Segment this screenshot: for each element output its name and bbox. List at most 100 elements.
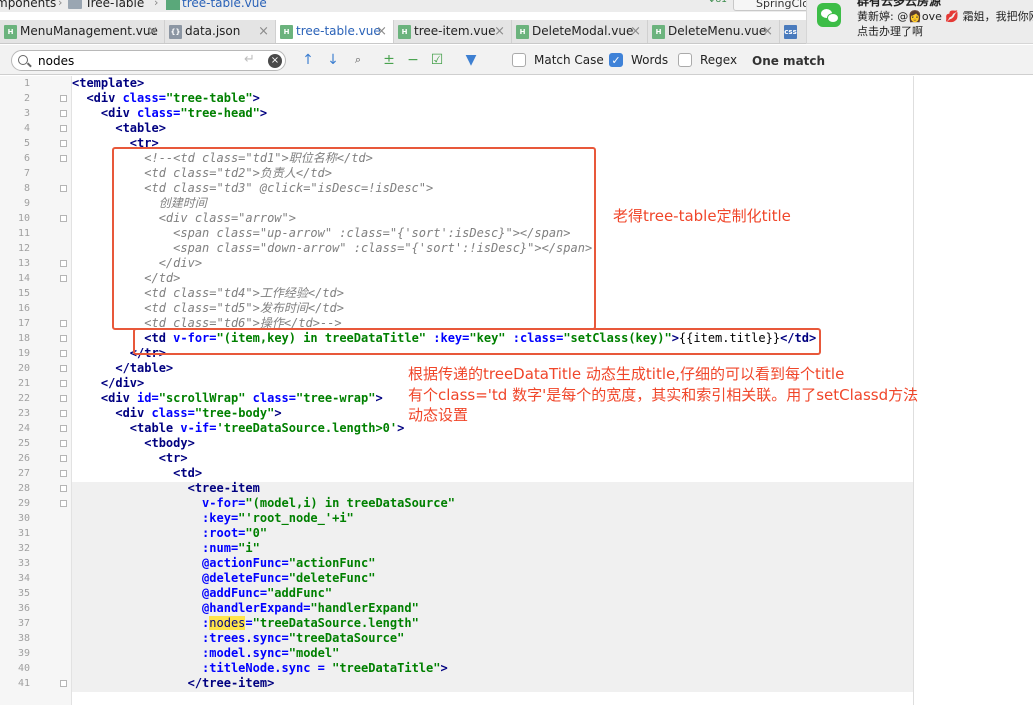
search-icon[interactable]: [18, 55, 28, 65]
filter-icon[interactable]: ▼: [462, 51, 480, 69]
close-icon[interactable]: ×: [494, 20, 505, 43]
tab-deletemenu-vue[interactable]: H DeleteMenu.vue ×: [648, 20, 780, 43]
line-number[interactable]: 28: [0, 481, 30, 496]
line-number[interactable]: 1: [0, 76, 30, 91]
line-number[interactable]: 14: [0, 271, 30, 286]
next-occurrence-icon[interactable]: ↓: [324, 51, 342, 69]
line-number[interactable]: 39: [0, 646, 30, 661]
close-icon[interactable]: ×: [630, 20, 641, 43]
code-line[interactable]: </tree-item>: [72, 676, 275, 691]
code-line[interactable]: <tr>: [72, 451, 188, 466]
line-number[interactable]: 6: [0, 151, 30, 166]
code-line[interactable]: <tree-item: [72, 481, 260, 496]
match-case-checkbox[interactable]: [512, 53, 526, 67]
remove-selection-occurrence-icon[interactable]: −: [404, 51, 422, 69]
close-icon[interactable]: ×: [147, 20, 158, 43]
code-line[interactable]: <div id="scrollWrap" class="tree-wrap">: [72, 391, 383, 406]
breadcrumb-item-tree-table[interactable]: Tree-Table: [85, 0, 144, 10]
code-line[interactable]: :nodes="treeDataSource.length": [72, 616, 419, 631]
code-line[interactable]: <div class="tree-body">: [72, 406, 281, 421]
line-number[interactable]: 40: [0, 661, 30, 676]
line-number[interactable]: 10: [0, 211, 30, 226]
line-number[interactable]: 37: [0, 616, 30, 631]
fold-marker-icon[interactable]: [60, 455, 67, 462]
fold-marker-icon[interactable]: [60, 485, 67, 492]
line-number[interactable]: 36: [0, 601, 30, 616]
fold-marker-icon[interactable]: [60, 335, 67, 342]
line-number[interactable]: 21: [0, 376, 30, 391]
fold-marker-icon[interactable]: [60, 425, 67, 432]
line-number[interactable]: 33: [0, 556, 30, 571]
select-all-occurrences-icon[interactable]: ☑: [428, 51, 446, 69]
line-number[interactable]: 23: [0, 406, 30, 421]
close-icon[interactable]: ×: [376, 20, 387, 43]
code-line[interactable]: <template>: [72, 76, 144, 91]
line-number[interactable]: 13: [0, 256, 30, 271]
fold-marker-icon[interactable]: [60, 365, 67, 372]
fold-marker-icon[interactable]: [60, 410, 67, 417]
search-box[interactable]: ↵ ×: [11, 50, 286, 71]
fold-marker-icon[interactable]: [60, 440, 67, 447]
line-number[interactable]: 3: [0, 106, 30, 121]
code-line[interactable]: <tbody>: [72, 436, 195, 451]
code-line[interactable]: <td>: [72, 466, 202, 481]
line-number[interactable]: 9: [0, 196, 30, 211]
line-number[interactable]: 35: [0, 586, 30, 601]
code-line[interactable]: :titleNode.sync = "treeDataTitle">: [72, 661, 448, 676]
code-line[interactable]: </div>: [72, 376, 144, 391]
words-checkbox[interactable]: ✓: [609, 53, 623, 67]
line-number[interactable]: 41: [0, 676, 30, 691]
clear-search-icon[interactable]: ×: [268, 54, 282, 68]
fold-marker-icon[interactable]: [60, 125, 67, 132]
previous-occurrence-icon[interactable]: ↑: [299, 51, 317, 69]
fold-marker-icon[interactable]: [60, 260, 67, 267]
code-line[interactable]: :root="0": [72, 526, 267, 541]
code-line[interactable]: @actionFunc="actionFunc": [72, 556, 375, 571]
run-configuration-button[interactable]: SpringClo: [733, 0, 813, 11]
line-number[interactable]: 19: [0, 346, 30, 361]
fold-marker-icon[interactable]: [60, 680, 67, 687]
code-line[interactable]: :model.sync="model": [72, 646, 339, 661]
add-selection-next-occurrence-icon[interactable]: ±: [380, 51, 398, 69]
line-number[interactable]: 27: [0, 466, 30, 481]
line-number[interactable]: 22: [0, 391, 30, 406]
fold-marker-icon[interactable]: [60, 395, 67, 402]
line-number[interactable]: 32: [0, 541, 30, 556]
line-number[interactable]: 30: [0, 511, 30, 526]
code-line[interactable]: <div class="tree-table">: [72, 91, 259, 106]
code-line[interactable]: <table v-if='treeDataSource.length>0'>: [72, 421, 405, 436]
fold-marker-icon[interactable]: [60, 110, 67, 117]
line-number[interactable]: 2: [0, 91, 30, 106]
line-number[interactable]: 17: [0, 316, 30, 331]
code-line[interactable]: :trees.sync="treeDataSource": [72, 631, 404, 646]
find-all-occurrences-icon[interactable]: ⌕: [349, 51, 367, 69]
fold-marker-icon[interactable]: [60, 215, 67, 222]
tab-tree-item-vue[interactable]: H tree-item.vue ×: [394, 20, 512, 43]
line-number[interactable]: 8: [0, 181, 30, 196]
close-icon[interactable]: ×: [258, 20, 269, 43]
fold-marker-icon[interactable]: [60, 500, 67, 507]
line-number[interactable]: 7: [0, 166, 30, 181]
code-line[interactable]: @deleteFunc="deleteFunc": [72, 571, 375, 586]
tab-data-json[interactable]: {} data.json ×: [165, 20, 276, 43]
regex-checkbox[interactable]: [678, 53, 692, 67]
line-number[interactable]: 5: [0, 136, 30, 151]
close-icon[interactable]: ×: [762, 20, 773, 43]
code-line[interactable]: <table>: [72, 121, 166, 136]
fold-marker-icon[interactable]: [60, 275, 67, 282]
fold-marker-icon[interactable]: [60, 95, 67, 102]
fold-marker-icon[interactable]: [60, 380, 67, 387]
code-line[interactable]: :key="'root_node_'+i": [72, 511, 354, 526]
code-line[interactable]: @handlerExpand="handlerExpand": [72, 601, 419, 616]
wechat-notification[interactable]: 群有云多云房源 黄新婷: @👩ove 💋 霜姐，我把你刚 点击办理了啊: [806, 0, 1033, 44]
vcs-update-icon[interactable]: ↓81: [708, 0, 727, 5]
fold-marker-icon[interactable]: [60, 320, 67, 327]
line-number[interactable]: 20: [0, 361, 30, 376]
fold-marker-icon[interactable]: [60, 155, 67, 162]
line-number[interactable]: 15: [0, 286, 30, 301]
line-number[interactable]: 31: [0, 526, 30, 541]
line-number[interactable]: 4: [0, 121, 30, 136]
line-number[interactable]: 38: [0, 631, 30, 646]
tab-menumanagement-vue[interactable]: H MenuManagement.vue ×: [0, 20, 165, 43]
search-input[interactable]: [38, 52, 238, 69]
